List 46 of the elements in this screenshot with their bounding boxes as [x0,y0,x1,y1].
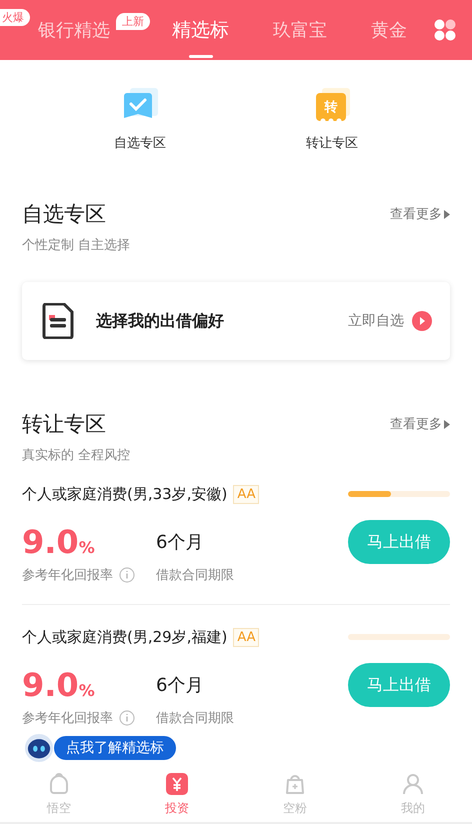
caret-icon [444,210,450,218]
person-icon [401,772,425,796]
section-subtitle: 真实标的 全程风控 [22,447,132,464]
category-tab[interactable]: 黄金 [349,0,429,60]
category-tab[interactable]: 精选标 [150,0,251,60]
see-more-link[interactable]: 查看更多 [390,415,450,433]
loan-term: 6个月 [156,531,204,554]
rating-tag: AA [233,628,260,646]
loan-title: 个人或家庭消费(男,29岁,福建) [22,628,228,646]
play-icon [412,311,432,331]
choose-now-link[interactable]: 立即自选 [348,311,432,331]
lend-button[interactable]: 马上出借 [348,520,450,564]
section-title: 自选专区 [22,201,106,228]
document-icon [42,303,74,339]
caret-icon [444,420,450,428]
info-icon[interactable] [119,567,135,583]
grid-menu-icon[interactable] [434,19,456,41]
loan-title: 个人或家庭消费(男,33岁,安徽) [22,484,228,504]
return-rate: 9.0% [22,523,96,561]
rate-label: 参考年化回报率 [22,710,113,727]
yen-icon [165,772,189,796]
preference-prompt: 选择我的出借偏好 [96,310,225,332]
lend-button[interactable]: 马上出借 [348,663,450,707]
rating-tag: AA [233,484,260,504]
section-title: 转让专区 [22,411,106,438]
term-label: 借款合同期限 [156,567,234,584]
quick-entry[interactable]: 自选专区 [114,86,166,152]
section-subtitle: 个性定制 自主选择 [22,237,132,254]
robot-icon[interactable] [22,733,56,763]
see-more-link[interactable]: 查看更多 [390,205,450,223]
hot-badge: 火爆 [0,8,30,26]
loan-term: 6个月 [156,674,204,697]
assistant-tooltip[interactable]: 点我了解精选标 [54,736,176,760]
nav-tab[interactable]: 我的 [354,766,472,822]
nav-tab[interactable]: 投资 [118,766,236,822]
category-tab[interactable]: 玖富宝 [251,0,349,60]
bowl-icon [47,772,71,796]
nav-tab[interactable]: 悟空 [0,766,118,822]
category-tab[interactable]: 银行精选 上新 [30,0,150,60]
rate-label: 参考年化回报率 [22,567,113,584]
new-badge: 上新 [116,13,150,30]
quick-entry[interactable]: 转 转让专区 [306,86,358,152]
term-label: 借款合同期限 [156,710,234,727]
nav-tab[interactable]: 空粉 [236,766,354,822]
info-icon[interactable] [119,710,135,726]
return-rate: 9.0% [22,666,96,704]
